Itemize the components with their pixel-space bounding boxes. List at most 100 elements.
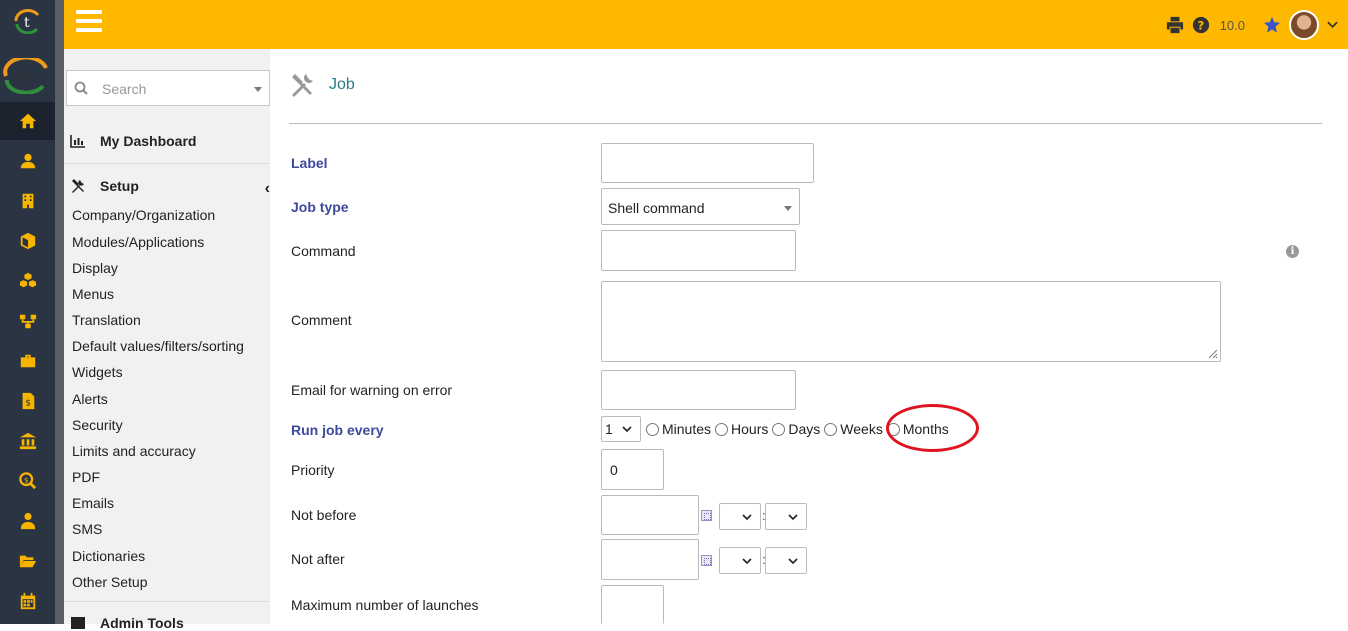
menu-item-widgets[interactable]: Widgets: [72, 364, 123, 380]
menu-item-modules[interactable]: Modules/Applications: [72, 234, 204, 250]
menu-setup-label: Setup: [100, 178, 139, 194]
label-label: Label: [291, 155, 328, 171]
not-after-minute-select[interactable]: [765, 547, 807, 574]
svg-text:$: $: [23, 475, 28, 484]
priority-field[interactable]: 0: [601, 449, 664, 490]
menu-item-menus[interactable]: Menus: [72, 286, 114, 302]
not-after-hour-select[interactable]: [719, 547, 761, 574]
svg-text:t: t: [24, 15, 30, 31]
not-before-minute-select[interactable]: [765, 503, 807, 530]
info-icon[interactable]: i: [1286, 245, 1299, 258]
search-input[interactable]: Search: [66, 70, 270, 106]
admin-tools-icon: [71, 617, 85, 629]
menu-item-other-setup[interactable]: Other Setup: [72, 574, 148, 590]
highlight-circle: [886, 404, 979, 452]
user-avatar[interactable]: [1289, 10, 1319, 40]
chevron-down-icon[interactable]: [1327, 21, 1338, 29]
calendar-icon[interactable]: [0, 582, 55, 620]
left-menu: Search My Dashboard Setup ‹ Company/Orga…: [64, 49, 270, 631]
job-type-value: Shell command: [608, 200, 705, 216]
menu-item-alerts[interactable]: Alerts: [72, 391, 108, 407]
chevron-down-icon: [742, 557, 752, 564]
comment-textarea[interactable]: [601, 281, 1221, 362]
workflow-icon[interactable]: [0, 302, 55, 340]
email-warning-field[interactable]: [601, 370, 796, 410]
app-logo-small[interactable]: t: [12, 8, 44, 34]
calendar-picker-icon[interactable]: [701, 555, 712, 566]
email-warning-label: Email for warning on error: [291, 382, 453, 398]
menu-separator: [64, 163, 270, 164]
briefcase-icon[interactable]: [0, 342, 55, 380]
radio-minutes[interactable]: Minutes: [646, 421, 711, 437]
collapse-setup-icon[interactable]: ‹: [265, 180, 270, 198]
label-field[interactable]: [601, 143, 814, 183]
job-type-select[interactable]: Shell command: [601, 188, 800, 225]
invoice-icon[interactable]: $: [0, 382, 55, 420]
title-divider: [289, 123, 1322, 124]
app-logo-large[interactable]: t: [2, 58, 52, 94]
menu-item-security[interactable]: Security: [72, 417, 123, 433]
menu-dashboard[interactable]: My Dashboard: [70, 133, 196, 149]
radio-weeks[interactable]: Weeks: [824, 421, 883, 437]
chevron-down-icon: [622, 426, 632, 433]
radio-days[interactable]: Days: [772, 421, 820, 437]
print-icon[interactable]: [1166, 16, 1184, 34]
not-after-label: Not after: [291, 551, 345, 567]
search-dollar-icon[interactable]: $: [0, 462, 55, 500]
comment-label: Comment: [291, 312, 352, 328]
radio-button[interactable]: [715, 422, 729, 436]
max-launches-field[interactable]: [601, 585, 664, 624]
command-field[interactable]: [601, 230, 796, 271]
resize-handle-icon[interactable]: [1206, 347, 1218, 359]
not-after-date-field[interactable]: [601, 539, 699, 580]
radio-button[interactable]: [824, 422, 838, 436]
radio-days-label: Days: [788, 421, 821, 437]
run-job-every-label: Run job every: [291, 422, 384, 438]
priority-label: Priority: [291, 462, 335, 478]
menu-item-dictionaries[interactable]: Dictionaries: [72, 548, 145, 564]
run-every-select[interactable]: 1: [601, 416, 641, 442]
menu-separator: [64, 601, 270, 602]
bank-icon[interactable]: [0, 422, 55, 460]
help-icon[interactable]: ?: [1192, 16, 1210, 34]
hamburger-menu-icon[interactable]: [76, 10, 102, 32]
menu-item-emails[interactable]: Emails: [72, 495, 114, 511]
chevron-down-icon: [788, 557, 798, 564]
menu-item-pdf[interactable]: PDF: [72, 469, 100, 485]
search-dropdown-icon[interactable]: [254, 87, 262, 92]
building-icon[interactable]: [0, 182, 55, 220]
svg-text:?: ?: [1197, 19, 1204, 33]
user-tie-icon[interactable]: [0, 502, 55, 540]
not-before-date-field[interactable]: [601, 495, 699, 535]
cubes-icon[interactable]: [0, 262, 55, 300]
menu-item-limits[interactable]: Limits and accuracy: [72, 443, 196, 459]
svg-text:t: t: [22, 66, 31, 91]
icon-rail: t t $ $: [0, 0, 55, 624]
folder-open-icon[interactable]: [0, 542, 55, 580]
menu-setup[interactable]: Setup: [70, 178, 139, 194]
dropdown-caret-icon: [784, 206, 792, 211]
not-before-hour-select[interactable]: [719, 503, 761, 530]
menu-item-default-values[interactable]: Default values/filters/sorting: [72, 338, 244, 354]
menu-item-display[interactable]: Display: [72, 260, 118, 276]
menu-item-company[interactable]: Company/Organization: [72, 207, 215, 223]
menu-dashboard-label: My Dashboard: [100, 133, 197, 149]
user-icon[interactable]: [0, 142, 55, 180]
home-icon[interactable]: [0, 102, 55, 140]
radio-button[interactable]: [646, 422, 659, 436]
menu-admin-tools[interactable]: Admin Tools: [70, 615, 184, 631]
product-box-icon[interactable]: [0, 222, 55, 260]
page-header: Job: [289, 72, 355, 98]
rail-divider: [55, 0, 64, 624]
radio-button[interactable]: [772, 422, 786, 436]
run-every-value: 1: [605, 421, 613, 437]
bookmark-star-icon[interactable]: [1263, 16, 1281, 34]
menu-item-translation[interactable]: Translation: [72, 312, 141, 328]
radio-hours[interactable]: Hours: [715, 421, 768, 437]
calendar-picker-icon[interactable]: [701, 510, 712, 521]
chevron-down-icon: [742, 513, 752, 520]
menu-item-sms[interactable]: SMS: [72, 521, 102, 537]
radio-minutes-label: Minutes: [662, 421, 712, 437]
page-title: Job: [329, 76, 355, 93]
job-type-label: Job type: [291, 199, 349, 215]
